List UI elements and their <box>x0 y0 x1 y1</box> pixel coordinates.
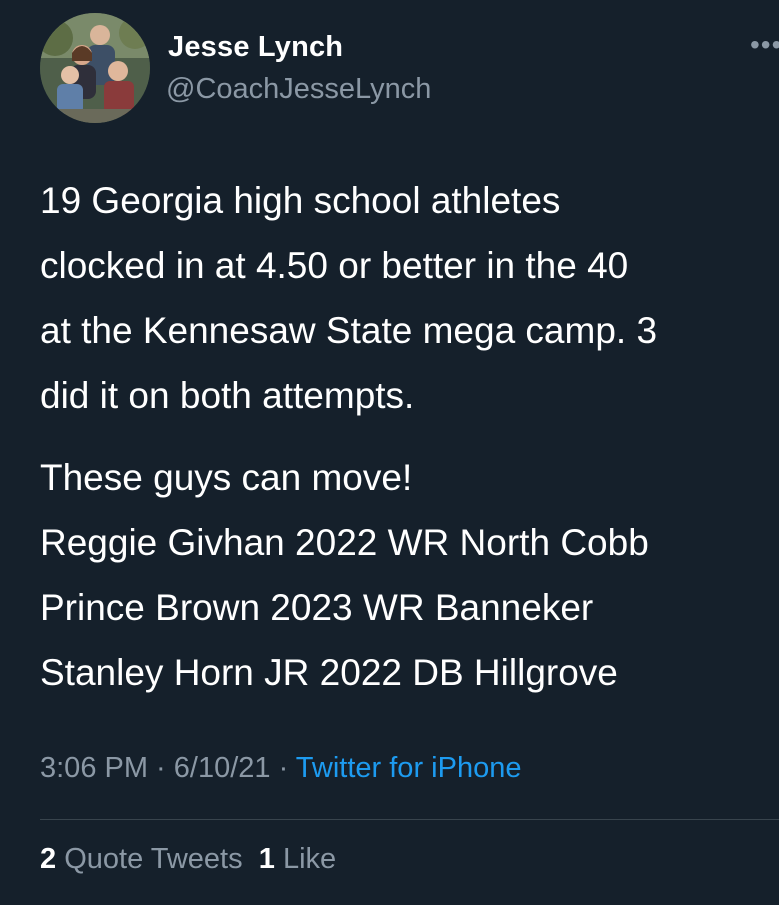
tweet-text-paragraph-1: 19 Georgia high school athletes clocked … <box>40 168 765 428</box>
tweet-line: 19 Georgia high school athletes <box>40 180 561 221</box>
tweet-time[interactable]: 3:06 PM <box>40 752 148 784</box>
engagement-stats: 2 Quote Tweets 1 Like <box>40 843 336 876</box>
author-avatar[interactable] <box>40 13 150 123</box>
tweet-line: These guys can move! <box>40 457 413 498</box>
meta-separator: · <box>270 752 296 784</box>
meta-separator: · <box>148 752 174 784</box>
tweet-text-paragraph-2: These guys can move! Reggie Givhan 2022 … <box>40 445 765 705</box>
tweet-line: at the Kennesaw State mega camp. 3 <box>40 310 658 351</box>
divider <box>40 819 779 820</box>
more-horizontal-icon[interactable]: ••• <box>750 30 779 60</box>
tweet-line: did it on both attempts. <box>40 375 415 416</box>
tweet-metadata: 3:06 PM · 6/10/21 · Twitter for iPhone <box>40 752 521 785</box>
tweet-source-link[interactable]: Twitter for iPhone <box>296 752 522 784</box>
author-name[interactable]: Jesse Lynch <box>168 31 343 64</box>
tweet-line: clocked in at 4.50 or better in the 40 <box>40 245 629 286</box>
author-handle[interactable]: @CoachJesseLynch <box>166 73 431 106</box>
family-photo-avatar-icon <box>40 13 150 123</box>
tweet-line: Prince Brown 2023 WR Banneker <box>40 587 594 628</box>
tweet-date[interactable]: 6/10/21 <box>174 752 271 784</box>
quote-tweets-label: Quote Tweets <box>64 843 243 875</box>
quote-tweets-stat[interactable]: 2 Quote Tweets <box>40 843 243 875</box>
quote-tweets-count: 2 <box>40 843 57 875</box>
likes-count: 1 <box>258 843 275 875</box>
tweet-line: Reggie Givhan 2022 WR North Cobb <box>40 522 649 563</box>
tweet-line: Stanley Horn JR 2022 DB Hillgrove <box>40 652 618 693</box>
likes-stat[interactable]: 1 Like <box>259 843 336 875</box>
likes-label: Like <box>282 843 337 875</box>
